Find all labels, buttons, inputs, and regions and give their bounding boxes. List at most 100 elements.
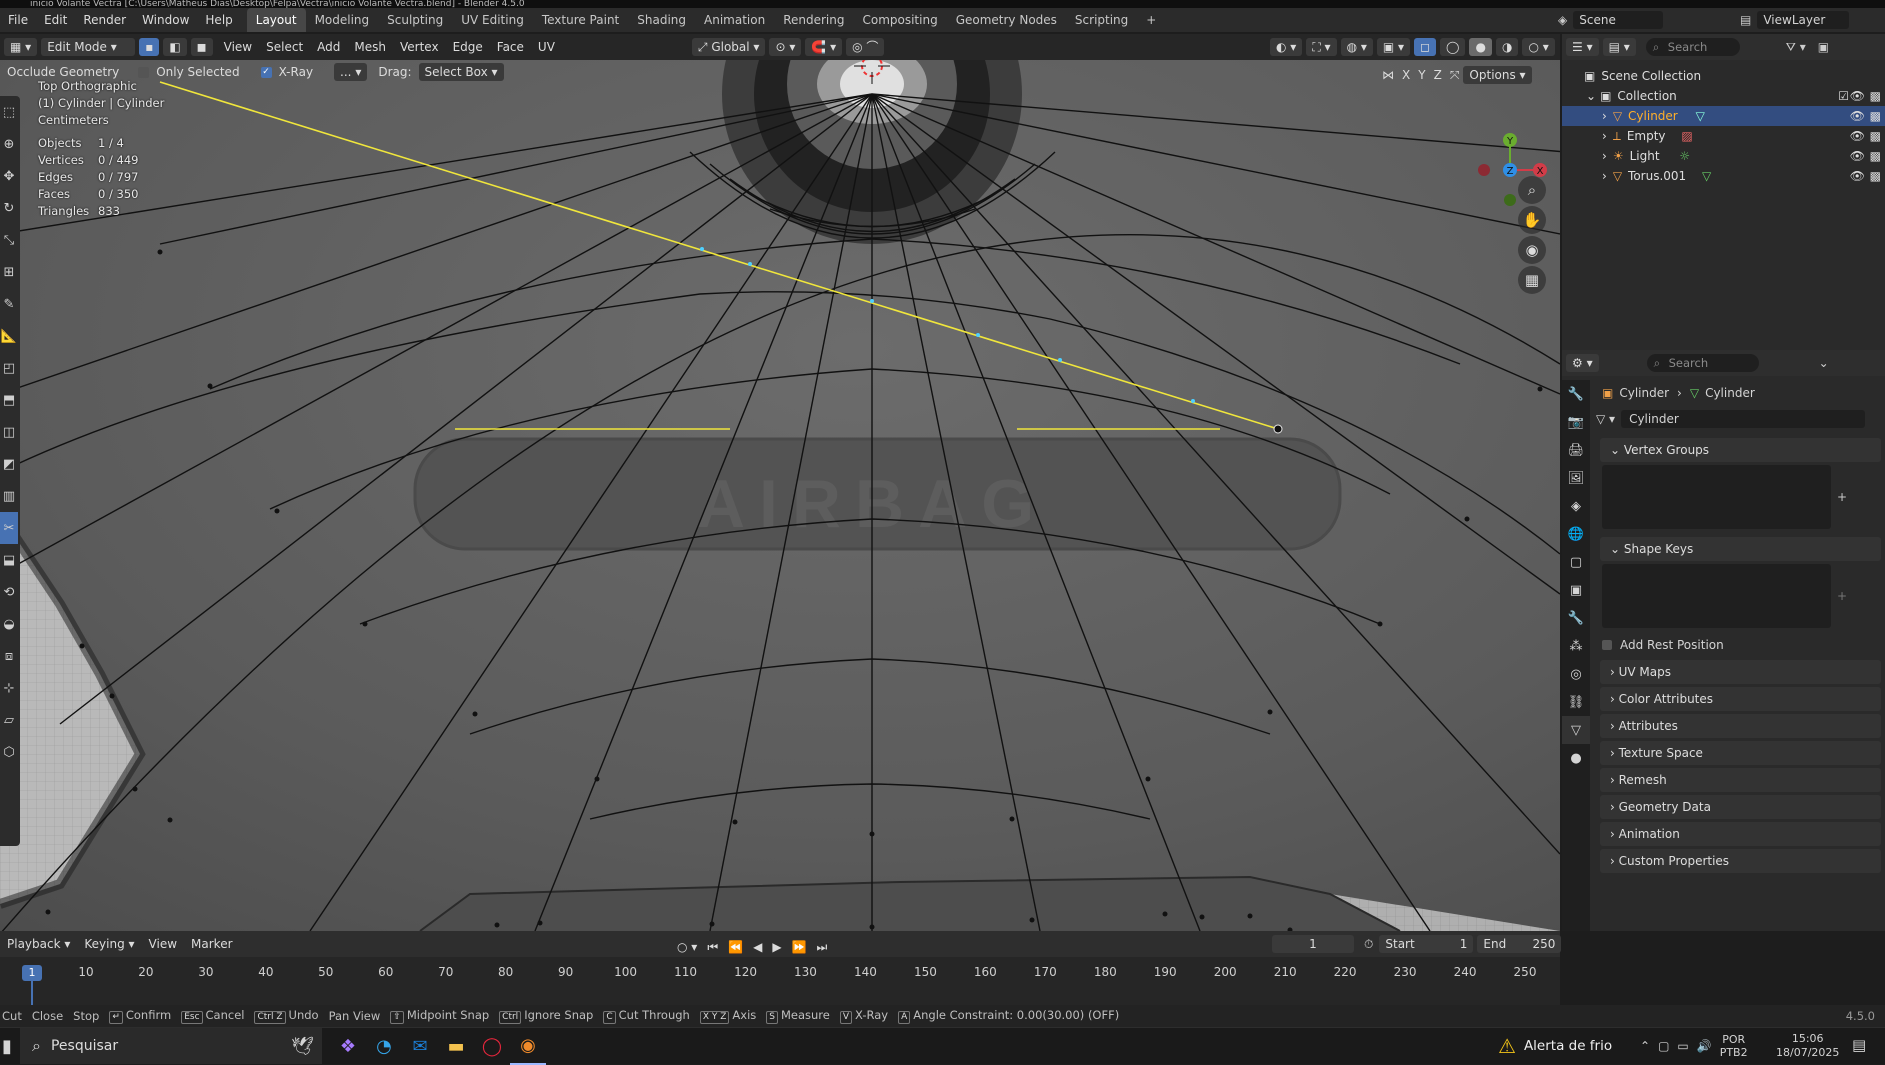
current-frame-field[interactable]: 1 [1272, 935, 1354, 953]
scene-collection-row[interactable]: ▣ Scene Collection [1562, 66, 1885, 86]
menu-uv[interactable]: UV [531, 35, 562, 59]
panel-geometry-data[interactable]: › Geometry Data [1600, 795, 1881, 819]
panel-uv-maps[interactable]: › UV Maps [1600, 660, 1881, 684]
blender-app-icon[interactable]: ◉ [510, 1027, 546, 1065]
taskbar-search[interactable]: ⌕ Pesquisar 🕊 [20, 1028, 322, 1064]
panel-color-attributes[interactable]: › Color Attributes [1600, 687, 1881, 711]
timeline-menu-playback[interactable]: Playback ▾ [0, 932, 77, 956]
visibility-icon[interactable]: ◐ ▾ [1270, 38, 1303, 56]
copilot-icon[interactable]: ❖ [330, 1028, 366, 1064]
notifications-icon[interactable]: ▤ [1852, 1036, 1866, 1054]
rip-tool-icon[interactable]: ⬡ [0, 736, 18, 768]
menu-edge[interactable]: Edge [446, 35, 490, 59]
camera-view-icon[interactable]: ◉ [1518, 236, 1546, 264]
exclude-checkbox-icon[interactable]: ☑ [1838, 86, 1849, 106]
visibility-eye-icon[interactable]: 👁 [1850, 166, 1865, 186]
panel-shape-keys[interactable]: ⌄ Shape Keys [1600, 537, 1881, 561]
view-layer-name[interactable]: ViewLayer [1757, 11, 1850, 29]
menu-face[interactable]: Face [490, 35, 531, 59]
snap-icon[interactable]: 🧲 ▾ [805, 38, 843, 56]
weather-widget[interactable]: ⚠ Alerta de frio [1498, 1028, 1612, 1064]
solid-shading-icon[interactable]: ● [1469, 38, 1492, 56]
wireframe-shading-icon[interactable]: ◯ [1440, 38, 1466, 56]
properties-editor-type-icon[interactable]: ⚙ ▾ [1566, 354, 1599, 372]
viewport-canvas[interactable]: AIRBAG [0, 34, 1560, 931]
panel-custom-properties[interactable]: › Custom Properties [1600, 849, 1881, 873]
annotate-tool-icon[interactable]: ✎ [0, 288, 18, 320]
playhead-frame-badge[interactable]: 1 [22, 965, 42, 981]
vertex-group-add-icon[interactable]: + [1837, 490, 1857, 504]
rendered-shading-icon[interactable]: ○ ▾ [1522, 38, 1555, 56]
outliner-item-cylinder[interactable]: › ▽ Cylinder ▽ 👁 ▩ [1562, 106, 1885, 126]
menu-file[interactable]: File [0, 8, 36, 32]
start-frame-field[interactable]: Start 1 [1379, 935, 1474, 953]
mirror-y-toggle[interactable]: Y [1414, 63, 1429, 87]
auto-merge-icon[interactable]: ⤧ [1446, 63, 1464, 87]
menu-render[interactable]: Render [75, 8, 134, 32]
tab-layout[interactable]: Layout [246, 8, 306, 32]
collection-row[interactable]: ⌄ ▣ Collection ☑ 👁 ▩ [1562, 86, 1885, 106]
menu-help[interactable]: Help [197, 8, 240, 32]
tab-rendering[interactable]: Rendering [774, 8, 853, 32]
panel-vertex-groups[interactable]: ⌄ Vertex Groups [1600, 438, 1881, 462]
keyboard-language[interactable]: POR PTB2 [1720, 1033, 1748, 1059]
mesh-browse-icon[interactable]: ▽ ▾ [1596, 412, 1615, 426]
menu-vertex[interactable]: Vertex [393, 35, 446, 59]
output-tab-icon[interactable]: 🖨 [1562, 436, 1590, 464]
only-selected-checkbox[interactable] [138, 66, 150, 78]
transform-tool-icon[interactable]: ⊞ [0, 256, 18, 288]
move-tool-icon[interactable]: ✥ [0, 160, 18, 192]
more-options-dropdown[interactable]: ... ▾ [334, 63, 368, 81]
render-camera-icon[interactable]: ▩ [1870, 126, 1881, 146]
spin-tool-icon[interactable]: ⟲ [0, 576, 18, 608]
scene-selector[interactable]: ◈ Scene [1558, 8, 1664, 32]
tab-geometry-nodes[interactable]: Geometry Nodes [947, 8, 1066, 32]
menu-view[interactable]: View [217, 35, 259, 59]
clock[interactable]: 15:06 18/07/2025 [1776, 1032, 1839, 1060]
next-keyframe-icon[interactable]: ⏩ [787, 935, 812, 959]
jump-end-icon[interactable]: ⏭ [812, 935, 833, 959]
visibility-eye-icon[interactable]: 👁 [1850, 146, 1865, 166]
menu-select[interactable]: Select [259, 35, 310, 59]
new-collection-icon[interactable]: ▣ [1818, 40, 1829, 54]
vertex-groups-list[interactable] [1602, 465, 1831, 529]
view-layer-selector[interactable]: ▤ ViewLayer [1740, 8, 1850, 32]
loop-cut-tool-icon[interactable]: ▥ [0, 480, 18, 512]
outliner-search-input[interactable]: ⌕ Search [1645, 38, 1740, 56]
menu-edit[interactable]: Edit [36, 8, 75, 32]
outliner-item-torus[interactable]: › ▽ Torus.001 ▽ 👁 ▩ [1562, 166, 1885, 186]
rotate-tool-icon[interactable]: ↻ [0, 192, 18, 224]
orientation-dropdown[interactable]: ⤢ Global ▾ [691, 38, 766, 56]
tab-sculpting[interactable]: Sculpting [378, 8, 452, 32]
display-mode-icon[interactable]: ▤ ▾ [1602, 38, 1636, 56]
mirror-x-toggle[interactable]: X [1398, 63, 1414, 87]
jump-start-icon[interactable]: ⏮ [702, 935, 723, 959]
timeline-menu-view[interactable]: View [142, 932, 184, 956]
mesh-name-field[interactable]: Cylinder [1621, 410, 1865, 428]
tool-tab-icon[interactable]: 🔧 [1562, 380, 1590, 408]
vertex-select-icon[interactable]: ▪ [139, 38, 160, 56]
tab-modeling[interactable]: Modeling [306, 8, 379, 32]
xray-toggle-icon[interactable]: ◻ [1414, 38, 1437, 56]
edge-select-icon[interactable]: ◧ [163, 38, 187, 56]
select-box-tool-icon[interactable]: ⬚ [0, 96, 18, 128]
shrink-fatten-tool-icon[interactable]: ⊹ [0, 672, 18, 704]
shape-key-add-icon[interactable]: + [1837, 589, 1857, 603]
3d-viewport[interactable]: AIRBAG Top Orthographic (1) Cylinder | C… [0, 34, 1560, 931]
pan-hand-icon[interactable]: ✋ [1518, 206, 1546, 234]
end-frame-field[interactable]: End 250 [1477, 935, 1562, 953]
visibility-eye-icon[interactable]: 👁 [1850, 86, 1865, 106]
gizmo-toggle-icon[interactable]: ⛶ ▾ [1306, 38, 1337, 56]
edge-slide-tool-icon[interactable]: ⧈ [0, 640, 18, 672]
record-icon[interactable]: ○ ▾ [672, 935, 702, 959]
tab-compositing[interactable]: Compositing [853, 8, 946, 32]
filter-icon[interactable]: ⛛ ▾ [1786, 40, 1806, 55]
physics-tab-icon[interactable]: ◎ [1562, 660, 1590, 688]
ortho-grid-icon[interactable]: ▦ [1518, 266, 1546, 294]
tab-shading[interactable]: Shading [628, 8, 695, 32]
options-dropdown[interactable]: Options ▾ [1463, 66, 1532, 84]
visibility-eye-icon[interactable]: 👁 [1850, 126, 1865, 146]
outliner-item-empty[interactable]: › ⟂ Empty ▨ 👁 ▩ [1562, 126, 1885, 146]
tray-meet-icon[interactable]: ▢ [1658, 1039, 1669, 1053]
overlays-toggle-icon[interactable]: ◍ ▾ [1340, 38, 1373, 56]
